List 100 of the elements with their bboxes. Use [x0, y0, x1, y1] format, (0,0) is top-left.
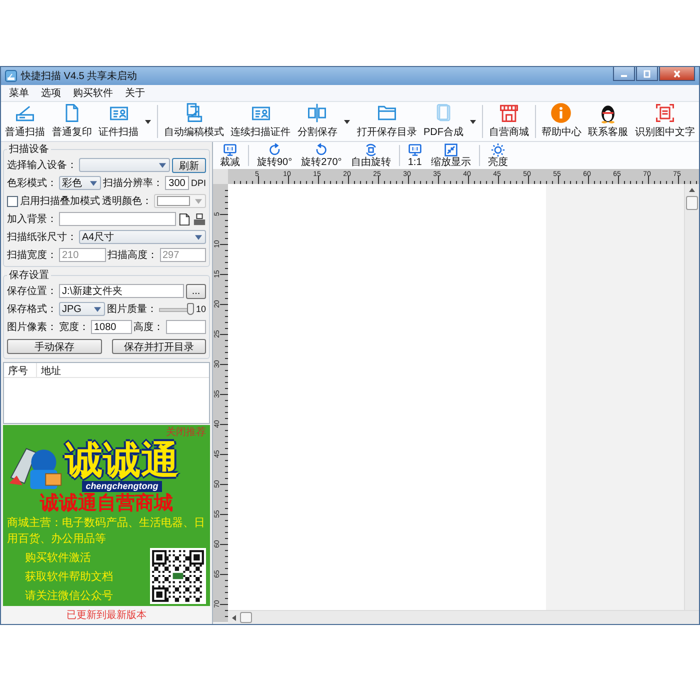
qr-code	[150, 548, 206, 604]
field-label: 扫描纸张尺寸：	[7, 230, 77, 244]
ad-headline: 诚诚通自营商城	[38, 493, 174, 515]
group-title: 保存设置	[8, 268, 50, 282]
storefront-icon	[498, 102, 520, 124]
menu-item[interactable]: 购买软件	[73, 86, 113, 100]
menu-item[interactable]: 关于	[125, 86, 145, 100]
text-recognition-icon	[654, 102, 676, 124]
checkbox[interactable]	[7, 196, 18, 206]
field-label: 扫描高度：	[108, 248, 158, 262]
caret-icon	[145, 120, 152, 124]
caret-icon	[195, 234, 202, 240]
rotate-icon	[364, 143, 378, 157]
file-icon[interactable]	[178, 212, 191, 226]
ad-description: 商城主营：电子数码产品、生活电器、日用百货、办公用品等	[7, 516, 206, 547]
field-label: 图片质量：	[107, 302, 157, 316]
pixel-width-field[interactable]: 1080	[91, 320, 132, 334]
vertical-scrollbar[interactable]	[684, 184, 699, 610]
color-dropdown[interactable]	[154, 194, 206, 208]
slider-thumb[interactable]	[186, 303, 194, 315]
scrollbar-thumb[interactable]	[240, 612, 252, 623]
pixel-height-field[interactable]	[166, 320, 206, 334]
toolbar-button[interactable]: 联系客服	[586, 102, 630, 141]
toolbar-button[interactable]: 旋转270°	[298, 142, 345, 169]
field-label: 保存格式：	[7, 302, 57, 316]
ad-text: 获取软件帮助文档	[25, 570, 113, 584]
ad-text: 请关注微信公众号	[25, 588, 113, 602]
toolbar-button[interactable]: 裁减	[217, 142, 243, 169]
close-button[interactable]	[659, 67, 695, 81]
scrollbar-thumb[interactable]	[686, 196, 698, 210]
toolbar-button[interactable]: 打开保存目录	[354, 102, 419, 141]
paper-size-dropdown[interactable]: A4尺寸	[79, 230, 206, 244]
toolbar-button[interactable]: 自营商城	[486, 102, 531, 141]
manual-save-button[interactable]: 手动保存	[7, 338, 102, 354]
field-label: 加入背景：	[7, 212, 57, 226]
quality-value: 10	[196, 304, 206, 314]
toolbar-button[interactable]: 亮度	[484, 142, 511, 169]
format-dropdown[interactable]: JPG	[59, 302, 105, 316]
field-label: 扫描分辨率：	[103, 176, 163, 190]
caret-icon	[344, 120, 350, 124]
minimize-button[interactable]	[613, 67, 635, 81]
background-field[interactable]	[59, 212, 176, 226]
horizontal-scrollbar[interactable]	[228, 610, 699, 624]
menu-item[interactable]: 菜单	[9, 86, 29, 100]
field-label: 透明颜色：	[102, 194, 152, 208]
toolbar-button[interactable]: 识别图中文字	[632, 102, 697, 141]
browse-button[interactable]: ...	[186, 284, 206, 298]
toolbar-button[interactable]: 连续扫描证件	[228, 102, 292, 141]
field-label: 高度：	[134, 320, 164, 334]
close-icon	[672, 70, 682, 78]
checkbox-label: 启用扫描叠加模式	[20, 194, 100, 208]
group-title: 扫描设备	[8, 142, 50, 156]
quality-slider[interactable]	[159, 302, 194, 316]
rotate-counterclockwise-icon	[314, 143, 328, 157]
save-and-open-button[interactable]: 保存并打开目录	[112, 338, 206, 354]
toolbar-button[interactable]: 自由旋转	[348, 142, 394, 169]
caret-icon	[94, 306, 101, 312]
toolbar-button[interactable]: 1:1	[404, 142, 425, 169]
field-label: 扫描宽度：	[7, 248, 57, 262]
rotate-clockwise-icon	[268, 143, 282, 157]
toolbar-button[interactable]: 证件扫描	[96, 102, 140, 141]
toolbar-button[interactable]: 帮助中心	[539, 102, 584, 141]
refresh-button[interactable]: 刷新	[172, 158, 206, 172]
caret-icon	[195, 198, 202, 204]
toolbar-button[interactable]: 缩放显示	[428, 142, 474, 169]
menu-item[interactable]: 选项	[41, 86, 61, 100]
field-label: 图片像素：	[7, 320, 57, 334]
field-label: 选择输入设备：	[7, 158, 77, 172]
ad-text: 购买软件激活	[25, 550, 92, 564]
app-icon	[5, 70, 17, 82]
color-mode-dropdown[interactable]: 彩色	[59, 176, 101, 190]
toolbar-button[interactable]: 普通扫描	[3, 102, 47, 141]
caret-icon	[90, 180, 97, 186]
scroll-up-icon[interactable]	[688, 186, 696, 194]
logo-text: 诚诚通	[65, 440, 179, 480]
maximize-button[interactable]	[636, 67, 658, 81]
toolbar-button[interactable]: PDF合成	[422, 102, 466, 141]
split-icon	[306, 102, 328, 124]
logo-subtext: chengchengtong	[82, 480, 162, 492]
maximize-icon	[642, 70, 652, 78]
ruler-corner	[213, 169, 228, 184]
field-label: 宽度：	[59, 320, 89, 334]
brightness-icon	[490, 143, 505, 157]
caret-icon	[470, 120, 476, 124]
save-location-field[interactable]: J:\新建文件夹	[59, 284, 184, 298]
zoom-icon	[444, 143, 458, 157]
resolution-field[interactable]: 300	[165, 176, 189, 190]
toolbar-button[interactable]: 自动编稿模式	[162, 102, 226, 141]
toolbar-button[interactable]: 旋转90°	[254, 142, 296, 169]
field-label: 保存位置：	[7, 284, 57, 298]
toolbar-button[interactable]: 普通复印	[50, 102, 94, 141]
status-message: 已更新到最新版本	[1, 606, 212, 624]
monitor-icon	[223, 143, 237, 157]
toolbar-button[interactable]: 分割保存	[295, 102, 340, 141]
field-label: 色彩模式：	[7, 176, 57, 190]
scroll-left-icon[interactable]	[230, 614, 238, 622]
column-header[interactable]: 序号	[4, 363, 37, 377]
window-title: 快捷扫描 V4.5 共享未启动	[21, 70, 138, 83]
monitor-icon	[408, 143, 422, 157]
column-header[interactable]: 地址	[37, 363, 209, 377]
